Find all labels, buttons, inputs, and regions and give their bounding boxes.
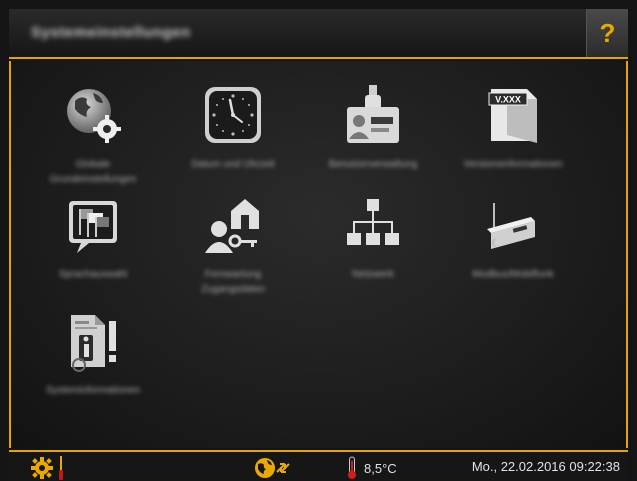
clock-icon	[201, 83, 265, 147]
outdoor-temperature: 8,5°C	[364, 460, 397, 476]
globe-sync-icon	[255, 458, 290, 478]
network-status-button[interactable]	[253, 456, 293, 480]
tile-label: Sprachauswahl	[58, 269, 128, 280]
network-tree-icon	[341, 193, 405, 257]
modem-icon	[481, 193, 545, 257]
id-badge-icon	[341, 83, 405, 147]
tile-global-settings[interactable]: Globale Grundeinstellungen	[28, 83, 158, 193]
temperature-display: 8,5°C	[346, 456, 397, 480]
tile-version-info[interactable]: V.XXX Versionsinformationen	[448, 83, 578, 193]
svg-text:V.XXX: V.XXX	[495, 95, 521, 105]
flags-icon	[61, 193, 125, 257]
tile-label: Benutzerverwaltung	[328, 159, 418, 170]
status-bar: 8,5°C Mo., 22.02.2016 09:22:38	[9, 450, 628, 481]
globe-gear-icon	[61, 83, 125, 147]
tile-network[interactable]: Netzwerk	[308, 193, 438, 303]
tile-user-management[interactable]: Benutzerverwaltung	[308, 83, 438, 193]
thermometer-icon	[348, 456, 356, 479]
page-title: Systemeinstellungen	[31, 24, 191, 41]
version-folder-icon: V.XXX	[481, 83, 545, 147]
tile-label: Modbus/Mobilfunk	[472, 269, 554, 280]
settings-grid: Globale Grundeinstellungen Datum und Uhr…	[9, 61, 628, 448]
tile-date-time[interactable]: Datum und Uhrzeit	[168, 83, 298, 193]
tile-system-info[interactable]: Systeminformationen	[28, 309, 158, 419]
tile-label: Fernwartung Zugangsdaten	[201, 269, 265, 295]
title-bar: Systemeinstellungen ?	[9, 9, 628, 59]
tile-label: Netzwerk	[352, 269, 394, 280]
screwdriver-icon	[59, 456, 63, 480]
tile-remote-access[interactable]: Fernwartung Zugangsdaten	[168, 193, 298, 303]
user-home-key-icon	[201, 193, 265, 257]
info-document-icon	[61, 309, 125, 373]
datetime-display: Mo., 22.02.2016 09:22:38	[471, 459, 620, 474]
tile-label: Datum und Uhrzeit	[191, 159, 275, 170]
tile-modem[interactable]: Modbus/Mobilfunk	[448, 193, 578, 303]
help-button[interactable]: ?	[586, 9, 628, 57]
settings-button[interactable]	[31, 456, 65, 480]
tile-label: Systeminformationen	[46, 385, 140, 396]
gear-icon	[31, 457, 53, 479]
tile-label: Globale Grundeinstellungen	[49, 159, 137, 185]
tile-label: Versionsinformationen	[463, 159, 563, 170]
tile-language[interactable]: Sprachauswahl	[28, 193, 158, 303]
